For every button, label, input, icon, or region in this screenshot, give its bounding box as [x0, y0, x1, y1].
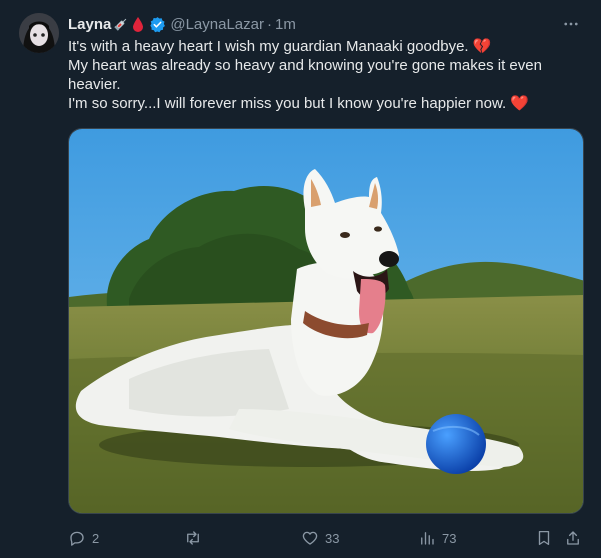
repost-button[interactable]: [184, 526, 208, 550]
drop-of-blood-icon: [131, 16, 145, 32]
reply-icon: [70, 531, 84, 546]
tweet: Layna @LaynaLazar · 1m It's with a heavy…: [0, 0, 601, 558]
tweet-text-line: It's with a heavy heart I wish my guardi…: [68, 38, 492, 55]
like-icon: [302, 531, 318, 545]
tweet-text-line: I'm so sorry...I will forever miss you b…: [68, 95, 529, 112]
more-icon[interactable]: [559, 12, 583, 36]
author-handle[interactable]: @LaynaLazar: [170, 16, 264, 33]
reply-count: 2: [92, 530, 100, 546]
like-count: 33: [325, 530, 340, 546]
reply-button[interactable]: 2: [68, 526, 99, 550]
tweet-text-line: My heart was already so heavy and knowin…: [68, 57, 542, 93]
views-icon: [421, 532, 434, 545]
tweet-header: Layna @LaynaLazar · 1m: [68, 14, 296, 34]
timestamp[interactable]: 1m: [275, 16, 296, 33]
verified-badge-icon[interactable]: [149, 16, 166, 33]
syringe-icon: [113, 16, 129, 32]
repost-icon: [187, 531, 199, 545]
share-button[interactable]: [564, 526, 582, 550]
view-count: 73: [442, 530, 457, 546]
tweet-actions: 2 33 73: [68, 526, 588, 550]
author-name[interactable]: Layna: [68, 16, 111, 33]
bookmark-button[interactable]: [535, 526, 553, 550]
bookmark-icon: [538, 530, 550, 546]
separator-dot: ·: [266, 15, 272, 33]
tweet-text: It's with a heavy heart I wish my guardi…: [68, 37, 588, 113]
views-button[interactable]: 73: [418, 526, 456, 550]
like-button[interactable]: 33: [301, 526, 339, 550]
tweet-photo[interactable]: [68, 128, 584, 514]
share-icon: [567, 531, 579, 545]
avatar[interactable]: [19, 13, 59, 53]
